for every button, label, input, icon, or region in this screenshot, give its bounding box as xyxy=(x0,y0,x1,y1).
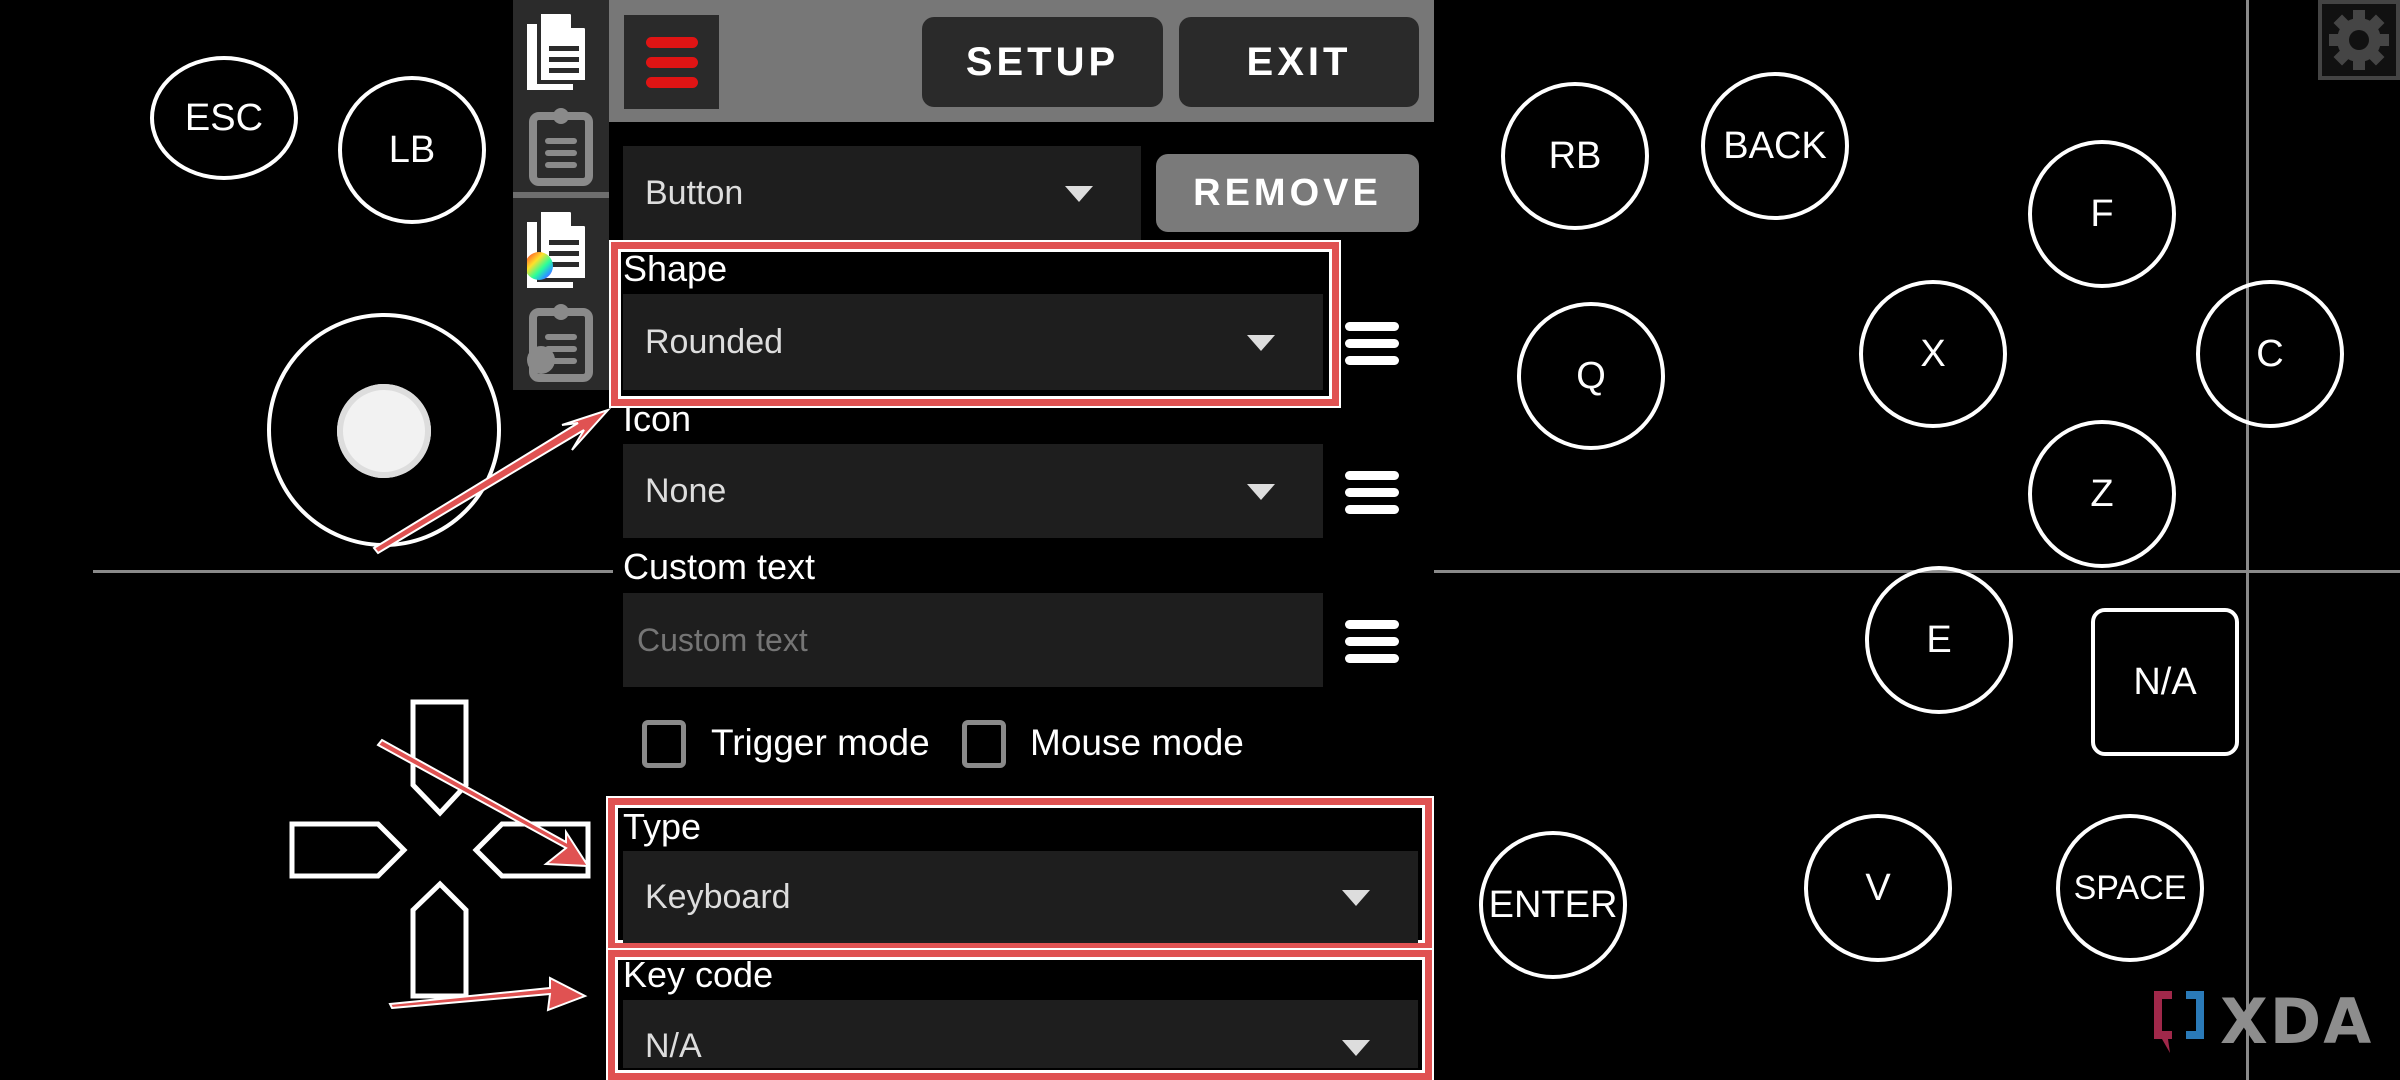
arrow-to-type xyxy=(376,738,590,868)
settings-button[interactable] xyxy=(2318,0,2400,80)
overlay-button-na[interactable]: N/A xyxy=(2091,608,2239,756)
overlay-button-x[interactable]: X xyxy=(1859,280,2007,428)
annotation-arrows xyxy=(372,407,612,1012)
xda-logo-icon xyxy=(2154,990,2204,1053)
overlay-button-enter[interactable]: ENTER xyxy=(1479,831,1627,979)
arrow-to-key-code xyxy=(388,976,588,1012)
overlay-button-e[interactable]: E xyxy=(1865,566,2013,714)
overlay-button-c[interactable]: C xyxy=(2196,280,2344,428)
arrow-to-shape xyxy=(372,407,612,555)
xda-watermark: XDA xyxy=(2150,985,2373,1058)
overlay-button-space[interactable]: SPACE xyxy=(2056,814,2204,962)
overlay-button-back[interactable]: BACK xyxy=(1701,72,1849,220)
gear-icon xyxy=(2329,10,2389,70)
overlay-button-q[interactable]: Q xyxy=(1517,302,1665,450)
overlay-button-z[interactable]: Z xyxy=(2028,420,2176,568)
overlay-button-f[interactable]: F xyxy=(2028,140,2176,288)
xda-wordmark: XDA xyxy=(2220,985,2374,1058)
overlay-button-rb[interactable]: RB xyxy=(1501,82,1649,230)
overlay-button-v[interactable]: V xyxy=(1804,814,1952,962)
